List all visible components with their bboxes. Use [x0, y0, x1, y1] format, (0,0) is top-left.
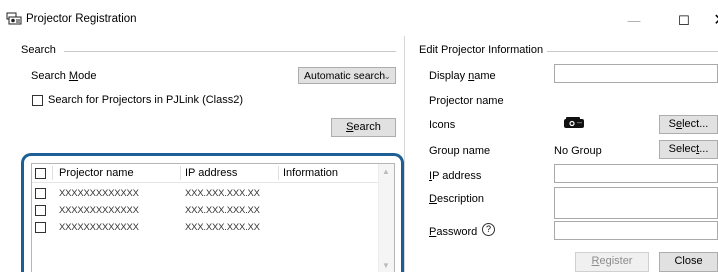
- row-checkbox[interactable]: [35, 205, 46, 216]
- list-header: Projector name IP address Information: [32, 164, 380, 183]
- register-button[interactable]: Register: [575, 252, 649, 272]
- search-group-line: [64, 51, 396, 52]
- description-label: Description: [429, 193, 485, 205]
- row-projector-name[interactable]: XXXXXXXXXXXXX: [59, 222, 139, 233]
- projector-name-label: Projector name: [429, 95, 504, 107]
- edit-group-title: Edit Projector Information: [419, 44, 544, 56]
- column-separator: [52, 166, 53, 180]
- minimize-button[interactable]: —: [614, 8, 654, 34]
- column-separator: [180, 166, 181, 180]
- row-ip-address[interactable]: XXX.XXX.XXX.XX: [185, 205, 260, 216]
- row-projector-name[interactable]: XXXXXXXXXXXXX: [59, 205, 139, 216]
- row-checkbox[interactable]: [35, 188, 46, 199]
- window-title: Projector Registration: [26, 13, 137, 25]
- row-ip-address[interactable]: XXX.XXX.XXX.XX: [185, 222, 260, 233]
- display-name-input[interactable]: [554, 64, 718, 83]
- close-window-button[interactable]: ✕: [700, 8, 718, 34]
- row-ip-address[interactable]: XXX.XXX.XXX.XX: [185, 188, 260, 199]
- search-mode-label: Search Mode: [31, 70, 97, 82]
- maximize-button[interactable]: ☐: [664, 8, 704, 34]
- projector-registration-window: Projector Registration — ☐ ✕ Search Sear…: [0, 0, 718, 272]
- chevron-down-icon: ⌄: [383, 71, 391, 81]
- group-select-button[interactable]: Select...: [659, 140, 718, 159]
- search-mode-dropdown[interactable]: Automatic search ⌄: [298, 67, 396, 84]
- edit-group-line: [547, 51, 718, 52]
- password-label: Password: [429, 226, 478, 238]
- title-bar: Projector Registration — ☐ ✕: [0, 0, 718, 34]
- password-input[interactable]: [554, 221, 718, 240]
- pjlink-checkbox-label: Search for Projectors in PJLink (Class2): [48, 94, 244, 106]
- scroll-down-icon[interactable]: ▼: [382, 261, 390, 270]
- select-all-checkbox[interactable]: [35, 168, 46, 179]
- panel-divider: [404, 36, 405, 272]
- search-button[interactable]: Search: [331, 118, 396, 137]
- ip-address-label: IP address: [429, 170, 482, 182]
- scroll-up-icon[interactable]: ▲: [382, 167, 390, 176]
- app-icon: [6, 12, 22, 25]
- row-projector-name[interactable]: XXXXXXXXXXXXX: [59, 188, 139, 199]
- ip-address-input[interactable]: [554, 164, 718, 183]
- list-scrollbar[interactable]: ▲ ▼: [378, 164, 394, 272]
- icons-label: Icons: [429, 119, 456, 131]
- column-header-information[interactable]: Information: [283, 167, 338, 179]
- help-icon[interactable]: ?: [482, 223, 495, 236]
- icons-select-button[interactable]: Select...: [659, 115, 718, 134]
- display-name-label: Display name: [429, 70, 496, 82]
- column-separator: [278, 166, 279, 180]
- group-name-label: Group name: [429, 145, 491, 157]
- column-header-projector-name[interactable]: Projector name: [59, 167, 134, 179]
- row-checkbox[interactable]: [35, 222, 46, 233]
- column-header-ip-address[interactable]: IP address: [185, 167, 237, 179]
- group-name-value: No Group: [554, 145, 602, 157]
- projector-list: Projector name IP address Information XX…: [31, 163, 395, 272]
- close-button[interactable]: Close: [659, 252, 718, 272]
- search-mode-value: Automatic search: [304, 70, 386, 82]
- search-group-title: Search: [21, 44, 56, 56]
- description-input[interactable]: [554, 187, 718, 219]
- projector-icon: [564, 117, 584, 128]
- pjlink-checkbox[interactable]: [32, 95, 43, 106]
